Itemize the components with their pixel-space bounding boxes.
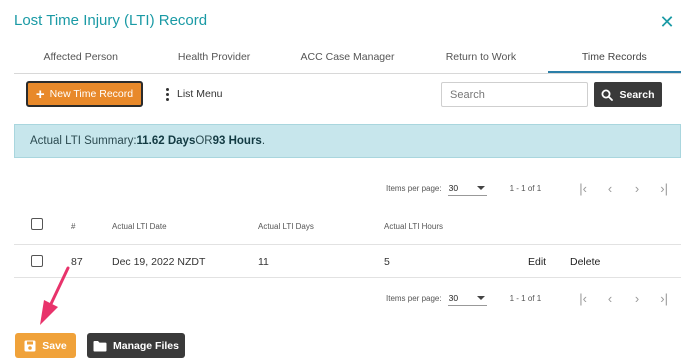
- previous-page-icon[interactable]: ‹: [597, 181, 624, 196]
- summary-days: 11.62 Days: [136, 135, 196, 147]
- new-time-record-button[interactable]: + New Time Record: [26, 81, 143, 107]
- list-menu-button[interactable]: List Menu: [165, 84, 223, 104]
- column-header-hours: Actual LTI Hours: [384, 222, 443, 231]
- pagination-bottom: Items per page: 30 1 - 1 of 1 |‹ ‹ › ›|: [386, 288, 678, 308]
- last-page-icon[interactable]: ›|: [651, 291, 678, 306]
- page-nav: |‹ ‹ › ›|: [570, 291, 678, 306]
- row-hours: 5: [384, 256, 390, 268]
- tab-acc-case-manager[interactable]: ACC Case Manager: [281, 43, 414, 73]
- tab-return-to-work[interactable]: Return to Work: [414, 43, 547, 73]
- table-row: 87 Dec 19, 2022 NZDT 11 5 Edit Delete: [14, 245, 681, 278]
- row-checkbox[interactable]: [31, 255, 43, 267]
- first-page-icon[interactable]: |‹: [570, 181, 597, 196]
- lti-summary: Actual LTI Summary: 11.62 Days OR 93 Hou…: [14, 124, 681, 158]
- items-per-page-label: Items per page:: [386, 293, 442, 303]
- items-per-page-select[interactable]: 30: [447, 290, 487, 306]
- edit-link[interactable]: Edit: [528, 256, 546, 268]
- first-page-icon[interactable]: |‹: [570, 291, 597, 306]
- items-per-page-value: 30: [448, 292, 459, 303]
- next-page-icon[interactable]: ›: [624, 181, 651, 196]
- search-input[interactable]: [441, 82, 588, 107]
- list-menu-label: List Menu: [177, 88, 223, 100]
- page-range: 1 - 1 of 1: [509, 293, 542, 303]
- manage-files-button[interactable]: Manage Files: [87, 333, 185, 358]
- row-date: Dec 19, 2022 NZDT: [112, 256, 206, 268]
- save-label: Save: [42, 339, 67, 352]
- last-page-icon[interactable]: ›|: [651, 181, 678, 196]
- next-page-icon[interactable]: ›: [624, 291, 651, 306]
- select-all-checkbox[interactable]: [31, 218, 43, 230]
- search-button[interactable]: Search: [594, 82, 662, 107]
- tab-affected-person[interactable]: Affected Person: [14, 43, 147, 73]
- row-id: 87: [71, 256, 83, 268]
- save-button[interactable]: Save: [15, 333, 76, 358]
- tab-bar: Affected Person Health Provider ACC Case…: [14, 43, 682, 74]
- items-per-page-value: 30: [448, 182, 459, 193]
- new-time-record-label: New Time Record: [49, 88, 134, 100]
- page-nav: |‹ ‹ › ›|: [570, 181, 678, 196]
- page-range: 1 - 1 of 1: [509, 183, 542, 193]
- table-header: # Actual LTI Date Actual LTI Days Actual…: [14, 208, 681, 245]
- column-header-number: #: [71, 222, 76, 231]
- summary-or: OR: [195, 135, 213, 147]
- summary-suffix: .: [261, 135, 266, 147]
- chevron-down-icon: [476, 185, 485, 190]
- manage-files-label: Manage Files: [113, 339, 179, 352]
- items-per-page-label: Items per page:: [386, 183, 442, 193]
- search-icon: [601, 89, 614, 101]
- tab-health-provider[interactable]: Health Provider: [147, 43, 280, 73]
- floppy-disk-icon: [24, 340, 36, 351]
- summary-hours: 93 Hours: [212, 135, 262, 147]
- dialog-title: Lost Time Injury (LTI) Record: [14, 12, 208, 29]
- search-button-label: Search: [619, 88, 655, 101]
- previous-page-icon[interactable]: ‹: [597, 291, 624, 306]
- delete-link[interactable]: Delete: [570, 256, 600, 268]
- kebab-icon: [165, 87, 169, 101]
- chevron-down-icon: [476, 295, 485, 300]
- row-days: 11: [258, 256, 269, 268]
- column-header-date: Actual LTI Date: [112, 222, 167, 231]
- pagination-top: Items per page: 30 1 - 1 of 1 |‹ ‹ › ›|: [386, 178, 678, 198]
- column-header-days: Actual LTI Days: [258, 222, 314, 231]
- folder-icon: [93, 340, 107, 351]
- close-icon[interactable]: ✕: [658, 13, 676, 31]
- items-per-page-select[interactable]: 30: [447, 180, 487, 196]
- summary-prefix: Actual LTI Summary:: [30, 135, 137, 147]
- tab-time-records[interactable]: Time Records: [547, 43, 682, 73]
- plus-icon: +: [35, 85, 45, 103]
